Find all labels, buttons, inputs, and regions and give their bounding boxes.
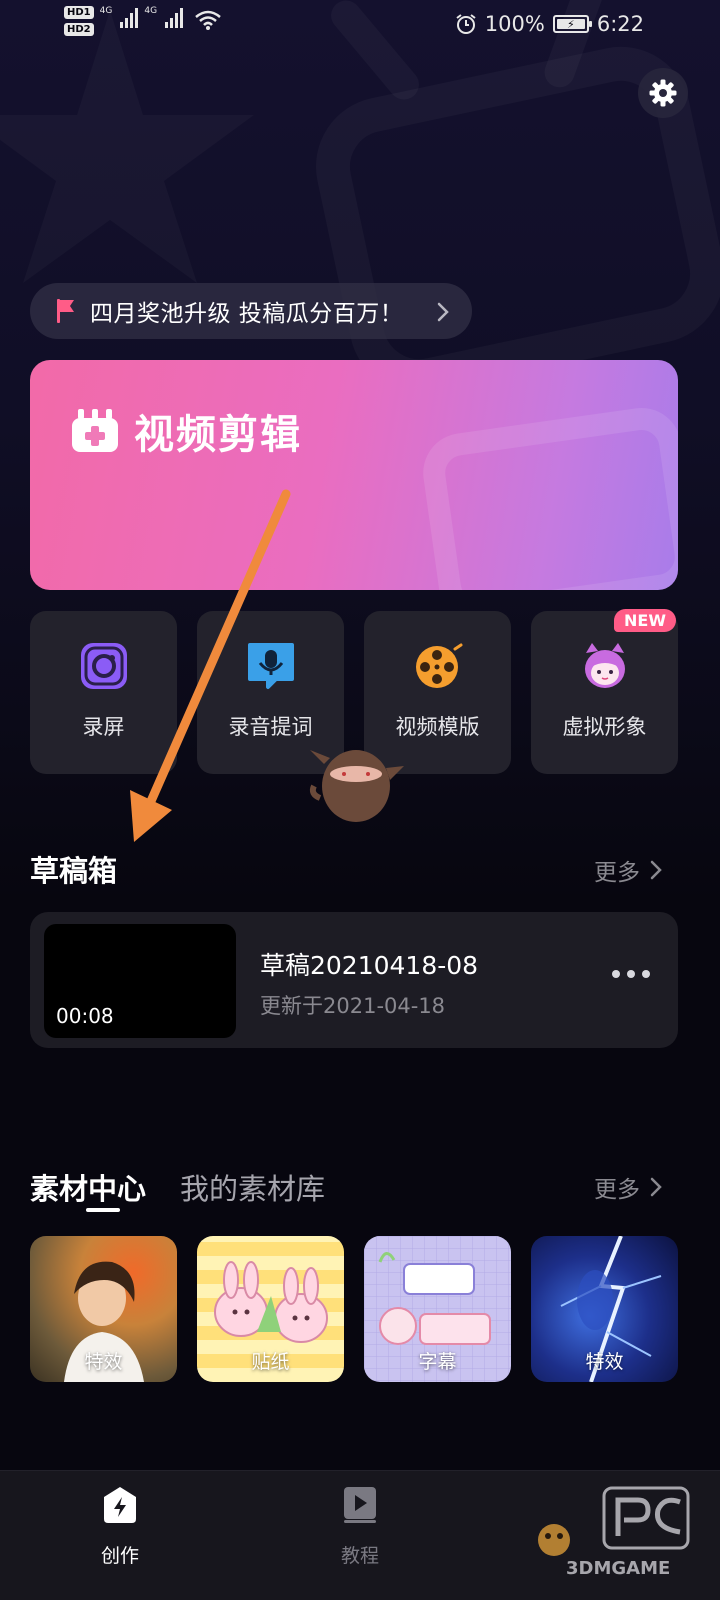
tool-label: 录屏: [82, 715, 125, 739]
signal-2-icon: [165, 6, 184, 28]
signal-1-icon: [120, 6, 139, 28]
draft-duration: 00:08: [56, 1004, 114, 1028]
active-tab-indicator: [86, 1208, 120, 1212]
new-badge: NEW: [614, 609, 676, 632]
material-card-subtitle[interactable]: 字幕: [364, 1236, 511, 1382]
draft-thumbnail: 00:08: [44, 924, 236, 1038]
materials-more-link[interactable]: 更多: [594, 1170, 662, 1204]
material-card-effect-2[interactable]: 特效: [531, 1236, 678, 1382]
promo-banner[interactable]: 四月奖池升级 投稿瓜分百万！: [30, 283, 472, 339]
alarm-icon: [456, 14, 476, 34]
watermark-text: 3DMGAME: [566, 1558, 671, 1579]
screen-record-icon: [80, 643, 127, 689]
material-card-effect[interactable]: 特效: [30, 1236, 177, 1382]
chevron-right-icon: [437, 302, 449, 322]
network-type-1: 4G: [99, 6, 113, 16]
hero-title-row: 视频剪辑: [70, 402, 302, 460]
video-edit-card[interactable]: 视频剪辑: [30, 360, 678, 590]
hd-badges: HD1 HD2: [64, 6, 94, 36]
film-reel-icon: [415, 643, 462, 688]
gear-icon: [649, 79, 677, 107]
video-edit-icon: [72, 409, 118, 452]
material-card-sticker[interactable]: 贴纸: [197, 1236, 344, 1382]
hd1-badge: HD1: [64, 6, 94, 19]
nav-label: 创作: [100, 1545, 139, 1567]
status-bar: HD1 HD2 4G 4G 100% ⚡ 6:22: [0, 0, 720, 52]
tutorial-play-icon: [344, 1487, 376, 1523]
clock: 6:22: [596, 12, 644, 36]
nav-label: 教程: [340, 1545, 379, 1567]
material-label: 特效: [84, 1351, 123, 1373]
hero-decoration: [418, 402, 678, 590]
video-edit-title: 视频剪辑: [134, 412, 302, 458]
material-label: 特效: [585, 1351, 624, 1373]
hd2-badge: HD2: [64, 23, 94, 36]
draft-updated-date: 更新于2021-04-18: [260, 994, 446, 1018]
tab-material-center[interactable]: 素材中心: [30, 1166, 146, 1208]
create-lightning-icon: [104, 1487, 136, 1523]
battery-percent: 100%: [484, 12, 545, 36]
promo-banner-text: 四月奖池升级 投稿瓜分百万！: [90, 301, 404, 327]
drafts-title: 草稿箱: [30, 854, 118, 888]
status-left: HD1 HD2 4G 4G: [64, 6, 221, 36]
network-type-2: 4G: [144, 6, 158, 16]
microphone-icon: [247, 643, 294, 689]
nav-create[interactable]: 创作: [0, 1471, 240, 1600]
tool-label: 虚拟形象: [562, 715, 647, 739]
drafts-more-link[interactable]: 更多: [594, 853, 662, 887]
material-label: 贴纸: [251, 1351, 290, 1373]
tool-label: 视频模版: [395, 715, 480, 739]
more-options-icon[interactable]: [612, 970, 650, 978]
nav-tutorial[interactable]: 教程: [240, 1471, 480, 1600]
tool-voice-prompter[interactable]: 录音提词: [197, 611, 344, 774]
material-label: 字幕: [418, 1351, 457, 1373]
background-star-shape: [0, 10, 254, 283]
settings-button[interactable]: [638, 68, 688, 118]
tab-my-material-library[interactable]: 我的素材库: [180, 1166, 325, 1208]
draft-item[interactable]: 00:08 草稿20210418-08 更新于2021-04-18: [30, 912, 678, 1048]
tool-label: 录音提词: [228, 715, 313, 739]
wifi-icon: [195, 10, 221, 30]
tool-virtual-avatar[interactable]: NEW 虚拟形象: [531, 609, 678, 774]
chevron-right-icon: [650, 860, 662, 880]
battery-icon: ⚡: [552, 15, 592, 33]
site-watermark: 3DMGAME: [520, 1480, 700, 1590]
status-right: 100% ⚡ 6:22: [455, 12, 644, 36]
flag-icon: [57, 299, 74, 323]
tool-screen-record[interactable]: 录屏: [30, 611, 177, 774]
watermark-logo: [538, 1486, 690, 1556]
chevron-right-icon: [650, 1177, 662, 1197]
draft-name: 草稿20210418-08: [260, 951, 479, 980]
tool-video-template[interactable]: 视频模版: [364, 611, 511, 774]
more-label: 更多: [594, 1177, 640, 1203]
avatar-icon: [584, 643, 625, 688]
more-label: 更多: [594, 860, 640, 886]
